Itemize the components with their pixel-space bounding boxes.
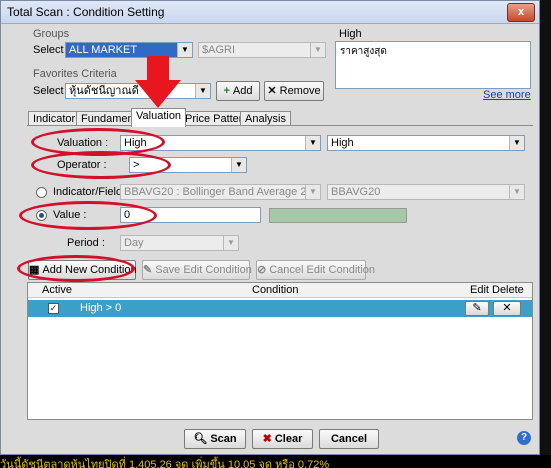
description-title: High <box>339 28 362 40</box>
chevron-down-icon: ▼ <box>305 185 320 199</box>
remove-icon: ✕ <box>267 85 277 97</box>
clear-button[interactable]: ✖ Clear <box>252 429 313 449</box>
cancel-label: Cancel <box>330 433 368 445</box>
indicator-select[interactable]: BBAVG20 : Bollinger Band Average 20 ▼ <box>120 184 321 200</box>
search-icon: 🔍︎ <box>193 433 208 445</box>
column-active: Active <box>42 284 72 296</box>
pencil-icon: ✎ <box>472 302 482 314</box>
chevron-down-icon: ▼ <box>223 236 238 250</box>
highlight-add-new-condition <box>17 255 135 282</box>
conditions-grid: Active Condition Edit Delete ✓ High > 0 … <box>27 282 533 420</box>
cancel-icon: ⊘ <box>257 264 267 276</box>
favorites-select-value: หุ้นดัชนีญาณดี <box>69 85 139 97</box>
chevron-down-icon: ▼ <box>195 84 210 98</box>
favorites-header: Favorites Criteria <box>33 68 117 80</box>
cancel-button[interactable]: Cancel <box>319 429 379 449</box>
highlight-value <box>19 201 157 230</box>
chevron-down-icon: ▼ <box>509 185 524 199</box>
clear-icon: ✖ <box>262 433 272 445</box>
add-icon: + <box>223 85 230 97</box>
delete-row-button[interactable]: ✕ <box>493 301 521 316</box>
highlight-operator <box>31 151 171 179</box>
column-condition: Condition <box>252 284 299 296</box>
groups-header: Groups <box>33 28 70 40</box>
help-icon[interactable]: ? <box>517 431 531 445</box>
column-delete: Delete <box>492 284 524 296</box>
remove-favorite-label: Remove <box>279 85 321 97</box>
background-ticker: วันนี้ดัชนีตลาดหุ้นไทยปิดที่ 1,405.26 จุ… <box>0 455 551 468</box>
indicator-radio[interactable] <box>36 187 47 198</box>
sector-select[interactable]: $AGRI ▼ <box>198 42 326 58</box>
market-select-value: ALL MARKET <box>69 44 138 56</box>
cancel-edit-label: Cancel Edit Condition <box>269 264 376 276</box>
remove-favorite-button[interactable]: ✕ Remove <box>264 81 324 101</box>
chevron-down-icon: ▼ <box>177 43 192 57</box>
add-favorite-button[interactable]: + Add <box>216 81 260 101</box>
window-title: Total Scan : Condition Setting <box>7 5 165 19</box>
tab-strip-line <box>27 125 533 126</box>
column-edit: Edit <box>470 284 489 296</box>
period-label: Period : <box>67 237 105 249</box>
cancel-edit-condition-button[interactable]: ⊘ Cancel Edit Condition <box>256 260 375 280</box>
period-select[interactable]: Day ▼ <box>120 235 239 251</box>
tab-analysis[interactable]: Analysis <box>240 111 291 126</box>
close-icon: ✕ <box>502 302 512 314</box>
table-row[interactable]: ✓ High > 0 ✎ ✕ <box>28 300 532 317</box>
tab-indicator[interactable]: Indicator <box>28 111 81 126</box>
close-button[interactable]: x <box>507 3 535 22</box>
chevron-down-icon: ▼ <box>509 136 524 150</box>
indicator-secondary-value: BBAVG20 <box>331 186 381 198</box>
see-more-link[interactable]: See more <box>483 89 531 101</box>
add-favorite-label: Add <box>232 85 253 97</box>
period-select-value: Day <box>124 237 144 249</box>
valuation-secondary-value: High <box>331 137 354 149</box>
chevron-down-icon: ▼ <box>231 158 246 172</box>
indicator-select-value: BBAVG20 : Bollinger Band Average 20 <box>124 186 313 198</box>
edit-row-button[interactable]: ✎ <box>465 301 489 316</box>
indicator-select-secondary[interactable]: BBAVG20 ▼ <box>327 184 525 200</box>
description-text: ราคาสูงสุด <box>340 46 387 57</box>
description-box: ราคาสูงสุด <box>335 41 531 89</box>
save-edit-label: Save Edit Condition <box>155 264 252 276</box>
save-icon: ✎ <box>143 264 153 276</box>
indicator-label: Indicator/Field : <box>53 186 129 198</box>
tab-valuation[interactable]: Valuation <box>131 108 187 127</box>
sector-select-value: $AGRI <box>202 44 236 56</box>
active-checkbox[interactable]: ✓ <box>48 303 59 314</box>
condition-setting-dialog: Total Scan : Condition Setting x Groups … <box>0 0 540 455</box>
grid-header: Active Condition Edit Delete <box>28 283 532 298</box>
title-bar: Total Scan : Condition Setting x <box>1 1 539 24</box>
value-color-swatch <box>269 208 407 223</box>
chevron-down-icon: ▼ <box>305 136 320 150</box>
chevron-down-icon: ▼ <box>310 43 325 57</box>
background-app-right-strip <box>540 0 551 468</box>
clear-label: Clear <box>274 433 303 445</box>
red-arrow-icon <box>135 56 181 108</box>
scan-button[interactable]: 🔍︎ Scan <box>184 429 246 449</box>
valuation-select-secondary[interactable]: High ▼ <box>327 135 525 151</box>
save-edit-condition-button[interactable]: ✎ Save Edit Condition <box>142 260 252 280</box>
condition-text: High > 0 <box>80 302 122 314</box>
scan-label: Scan <box>210 433 237 445</box>
